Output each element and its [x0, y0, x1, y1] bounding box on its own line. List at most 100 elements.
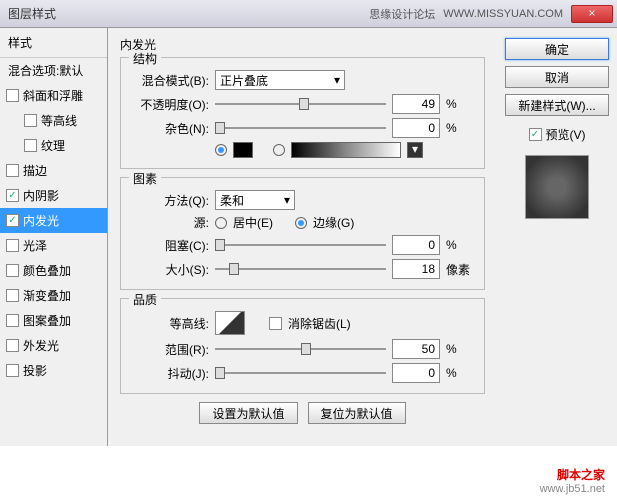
style-label: 投影 [23, 362, 47, 379]
range-label: 范围(R): [131, 341, 209, 358]
style-checkbox[interactable] [6, 189, 19, 202]
watermark-text: 脚本之家 [540, 466, 605, 483]
forum-url: WWW.MISSYUAN.COM [443, 8, 563, 20]
source-center-radio[interactable] [215, 217, 227, 229]
style-label: 内阴影 [23, 187, 59, 204]
quality-group: 品质 等高线: 消除锯齿(L) 范围(R): % 抖动(J): % [120, 298, 485, 394]
style-checkbox[interactable] [6, 239, 19, 252]
style-checkbox[interactable] [24, 114, 37, 127]
gradient-radio[interactable] [273, 144, 285, 156]
titlebar: 图层样式 思缘设计论坛 WWW.MISSYUAN.COM × [0, 0, 617, 28]
color-swatch[interactable] [233, 142, 253, 158]
style-item-11[interactable]: 投影 [0, 358, 107, 383]
range-input[interactable] [392, 339, 440, 359]
right-panel: 确定 取消 新建样式(W)... 预览(V) [497, 28, 617, 446]
ok-button[interactable]: 确定 [505, 38, 609, 60]
technique-select[interactable]: 柔和 [215, 190, 295, 210]
style-label: 图案叠加 [23, 312, 71, 329]
antialias-checkbox[interactable] [269, 317, 282, 330]
style-checkbox[interactable] [6, 164, 19, 177]
styles-list: 样式 混合选项:默认 斜面和浮雕等高线纹理描边内阴影内发光光泽颜色叠加渐变叠加图… [0, 28, 108, 446]
style-checkbox[interactable] [6, 314, 19, 327]
style-item-8[interactable]: 渐变叠加 [0, 283, 107, 308]
style-item-5[interactable]: 内发光 [0, 208, 107, 233]
opacity-input[interactable] [392, 94, 440, 114]
blend-options[interactable]: 混合选项:默认 [0, 58, 107, 83]
range-slider[interactable] [215, 340, 386, 358]
jitter-label: 抖动(J): [131, 365, 209, 382]
size-label: 大小(S): [131, 261, 209, 278]
quality-label: 品质 [129, 291, 161, 308]
gradient-preview[interactable] [291, 142, 401, 158]
panel-title: 内发光 [120, 36, 485, 53]
structure-group: 结构 混合模式(B): 正片叠底 不透明度(O): % 杂色(N): % [120, 57, 485, 169]
reset-default-button[interactable]: 复位为默认值 [308, 402, 406, 424]
opacity-label: 不透明度(O): [131, 96, 209, 113]
style-item-6[interactable]: 光泽 [0, 233, 107, 258]
forum-name: 思缘设计论坛 [369, 6, 435, 22]
opacity-slider[interactable] [215, 95, 386, 113]
style-label: 斜面和浮雕 [23, 87, 83, 104]
preview-checkbox[interactable] [529, 128, 542, 141]
choke-slider[interactable] [215, 236, 386, 254]
jitter-unit: % [446, 366, 474, 380]
make-default-button[interactable]: 设置为默认值 [199, 402, 297, 424]
contour-picker[interactable] [215, 311, 245, 335]
close-button[interactable]: × [571, 5, 613, 23]
choke-label: 阻塞(C): [131, 237, 209, 254]
noise-slider[interactable] [215, 119, 386, 137]
jitter-input[interactable] [392, 363, 440, 383]
style-item-4[interactable]: 内阴影 [0, 183, 107, 208]
style-item-9[interactable]: 图案叠加 [0, 308, 107, 333]
antialias-label: 消除锯齿(L) [288, 315, 351, 332]
opacity-unit: % [446, 97, 474, 111]
style-checkbox[interactable] [6, 339, 19, 352]
style-label: 渐变叠加 [23, 287, 71, 304]
gradient-dropdown[interactable]: ▾ [407, 142, 423, 158]
source-label: 源: [131, 214, 209, 231]
preview-thumbnail [525, 155, 589, 219]
elements-group: 图素 方法(Q): 柔和 源: 居中(E) 边缘(G) 阻塞(C): % 大小(… [120, 177, 485, 290]
style-label: 内发光 [23, 212, 59, 229]
noise-unit: % [446, 121, 474, 135]
structure-label: 结构 [129, 50, 161, 67]
style-label: 光泽 [23, 237, 47, 254]
style-label: 外发光 [23, 337, 59, 354]
window-title: 图层样式 [4, 5, 369, 22]
preview-label: 预览(V) [546, 126, 586, 143]
source-edge-radio[interactable] [295, 217, 307, 229]
size-slider[interactable] [215, 260, 386, 278]
color-radio[interactable] [215, 144, 227, 156]
choke-input[interactable] [392, 235, 440, 255]
noise-input[interactable] [392, 118, 440, 138]
style-item-2[interactable]: 纹理 [0, 133, 107, 158]
blend-mode-select[interactable]: 正片叠底 [215, 70, 345, 90]
style-checkbox[interactable] [24, 139, 37, 152]
style-checkbox[interactable] [6, 364, 19, 377]
style-checkbox[interactable] [6, 89, 19, 102]
style-item-10[interactable]: 外发光 [0, 333, 107, 358]
noise-label: 杂色(N): [131, 120, 209, 137]
style-checkbox[interactable] [6, 264, 19, 277]
style-checkbox[interactable] [6, 214, 19, 227]
style-label: 描边 [23, 162, 47, 179]
styles-header: 样式 [0, 28, 107, 58]
style-item-7[interactable]: 颜色叠加 [0, 258, 107, 283]
size-input[interactable] [392, 259, 440, 279]
new-style-button[interactable]: 新建样式(W)... [505, 94, 609, 116]
jitter-slider[interactable] [215, 364, 386, 382]
range-unit: % [446, 342, 474, 356]
style-label: 等高线 [41, 112, 77, 129]
technique-label: 方法(Q): [131, 192, 209, 209]
style-checkbox[interactable] [6, 289, 19, 302]
style-item-3[interactable]: 描边 [0, 158, 107, 183]
style-item-0[interactable]: 斜面和浮雕 [0, 83, 107, 108]
watermark-url: www.jb51.net [540, 483, 605, 495]
style-label: 颜色叠加 [23, 262, 71, 279]
style-item-1[interactable]: 等高线 [0, 108, 107, 133]
size-unit: 像素 [446, 261, 474, 278]
blend-mode-label: 混合模式(B): [131, 72, 209, 89]
effect-panel: 内发光 结构 混合模式(B): 正片叠底 不透明度(O): % 杂色(N): % [108, 28, 497, 446]
watermark: 脚本之家 www.jb51.net [540, 466, 605, 495]
cancel-button[interactable]: 取消 [505, 66, 609, 88]
